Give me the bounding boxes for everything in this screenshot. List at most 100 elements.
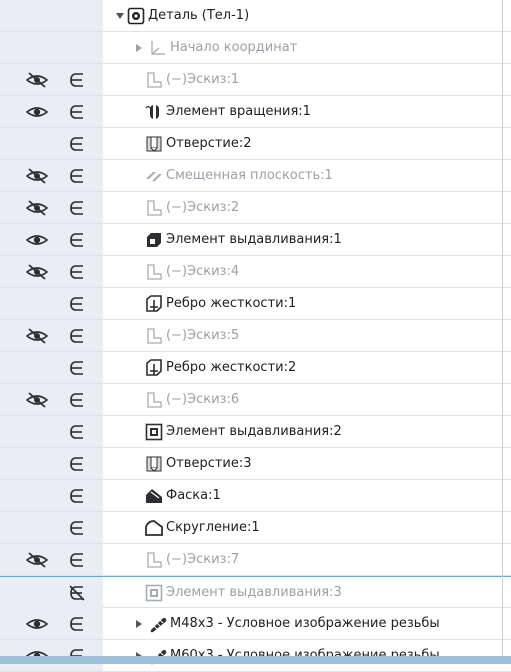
tree-row[interactable]: Начало координат: [0, 32, 511, 64]
element-of-icon[interactable]: [69, 168, 85, 184]
row-gutter: [0, 256, 103, 287]
row-gutter: [0, 0, 103, 31]
element-of-icon[interactable]: [69, 104, 85, 120]
tree-node-label: (−)Эскиз:7: [166, 552, 240, 567]
origin-icon: [151, 41, 165, 55]
chevron-down-icon[interactable]: [116, 12, 124, 20]
tree-node-label: Элемент выдавливания:1: [166, 232, 342, 247]
tree-row[interactable]: Смещенная плоскость:1: [0, 160, 511, 192]
tree-row[interactable]: Фаска:1: [0, 480, 511, 512]
tree-row[interactable]: M48x3 - Условное изображение резьбы: [0, 608, 511, 640]
element-of-icon[interactable]: [69, 328, 85, 344]
element-of-icon[interactable]: [69, 424, 85, 440]
row-gutter: [0, 448, 103, 479]
tree-node-label: Элемент вращения:1: [166, 104, 311, 119]
revolve-icon: [145, 105, 159, 119]
row-gutter: [0, 577, 103, 608]
excluded-icon[interactable]: [69, 585, 85, 601]
element-of-icon[interactable]: [69, 72, 85, 88]
tree-row[interactable]: Ребро жесткости:2: [0, 352, 511, 384]
hole-icon: [146, 456, 162, 472]
row-gutter: [0, 544, 103, 575]
hole-icon: [146, 136, 162, 152]
part-icon: [127, 7, 145, 25]
tree-node-label: (−)Эскиз:2: [166, 200, 240, 215]
element-of-icon[interactable]: [69, 296, 85, 312]
row-gutter: [0, 416, 103, 447]
element-of-icon[interactable]: [69, 520, 85, 536]
tree-node-label: Фаска:1: [166, 488, 221, 503]
eye-hidden-icon[interactable]: [26, 168, 48, 184]
row-gutter: [0, 480, 103, 511]
eye-hidden-icon[interactable]: [26, 392, 48, 408]
chevron-right-icon[interactable]: [135, 44, 143, 52]
element-of-icon[interactable]: [69, 456, 85, 472]
tree-row[interactable]: Элемент выдавливания:2: [0, 416, 511, 448]
element-of-icon[interactable]: [69, 488, 85, 504]
element-of-icon[interactable]: [69, 136, 85, 152]
eye-hidden-icon[interactable]: [26, 552, 48, 568]
tree-node-label: (−)Эскиз:1: [166, 72, 240, 87]
row-gutter: [0, 512, 103, 543]
eye-icon[interactable]: [26, 104, 48, 120]
tree-row[interactable]: Элемент выдавливания:1: [0, 224, 511, 256]
row-gutter: [0, 352, 103, 383]
fillet-icon: [145, 520, 163, 536]
tree-row[interactable]: (−)Эскиз:1: [0, 64, 511, 96]
tree-row[interactable]: Элемент вращения:1: [0, 96, 511, 128]
thread-icon: [150, 618, 167, 633]
tree-node-label: (−)Эскиз:5: [166, 328, 240, 343]
tree-root-row[interactable]: Деталь (Тел-1): [0, 0, 511, 32]
element-of-icon[interactable]: [69, 552, 85, 568]
extrude-icon: [147, 233, 161, 247]
element-of-icon[interactable]: [69, 200, 85, 216]
extrude-cut-icon: [145, 423, 163, 441]
row-gutter: [0, 384, 103, 415]
tree-node-label: Начало координат: [170, 40, 298, 55]
panel-divider: [502, 0, 503, 664]
row-gutter: [0, 64, 103, 95]
tree-row[interactable]: Ребро жесткости:1: [0, 288, 511, 320]
sketch-icon: [147, 264, 162, 280]
tree-row[interactable]: (−)Эскиз:4: [0, 256, 511, 288]
rib-icon: [146, 359, 162, 376]
tree-node-label: (−)Эскиз:6: [166, 392, 240, 407]
sketch-icon: [147, 392, 162, 408]
row-gutter: [0, 320, 103, 351]
tree-row[interactable]: Отверстие:3: [0, 448, 511, 480]
row-gutter: [0, 32, 103, 63]
chevron-right-icon[interactable]: [135, 620, 143, 628]
eye-icon[interactable]: [26, 232, 48, 248]
eye-hidden-icon[interactable]: [26, 264, 48, 280]
sketch-icon: [147, 72, 162, 88]
tree-row[interactable]: (−)Эскиз:6: [0, 384, 511, 416]
extrude-cut-icon: [145, 584, 163, 602]
tree-row[interactable]: (−)Эскиз:2: [0, 192, 511, 224]
chamfer-icon: [146, 489, 162, 503]
tree-row[interactable]: Скругление:1: [0, 512, 511, 544]
panel-bottom-bar: [0, 656, 511, 664]
element-of-icon[interactable]: [69, 392, 85, 408]
tree-node-label: Отверстие:3: [166, 456, 252, 471]
eye-hidden-icon[interactable]: [26, 72, 48, 88]
tree-row[interactable]: Отверстие:2: [0, 128, 511, 160]
rib-icon: [146, 295, 162, 312]
element-of-icon[interactable]: [69, 360, 85, 376]
row-gutter: [0, 128, 103, 159]
tree-root-label: Деталь (Тел-1): [148, 8, 250, 23]
row-gutter: [0, 608, 103, 639]
tree-node-label: M48x3 - Условное изображение резьбы: [170, 616, 440, 631]
tree-node-label: Скругление:1: [166, 520, 260, 535]
eye-icon[interactable]: [26, 616, 48, 632]
element-of-icon[interactable]: [69, 232, 85, 248]
sketch-icon: [147, 552, 162, 568]
eye-hidden-icon[interactable]: [26, 328, 48, 344]
sketch-icon: [147, 200, 162, 216]
tree-row[interactable]: Элемент выдавливания:3: [0, 576, 511, 608]
tree-row[interactable]: (−)Эскиз:7: [0, 544, 511, 576]
tree-row[interactable]: (−)Эскиз:5: [0, 320, 511, 352]
feature-tree: Деталь (Тел-1) Начало координат (−)Эскиз:…: [0, 0, 511, 672]
eye-hidden-icon[interactable]: [26, 200, 48, 216]
element-of-icon[interactable]: [69, 616, 85, 632]
element-of-icon[interactable]: [69, 264, 85, 280]
